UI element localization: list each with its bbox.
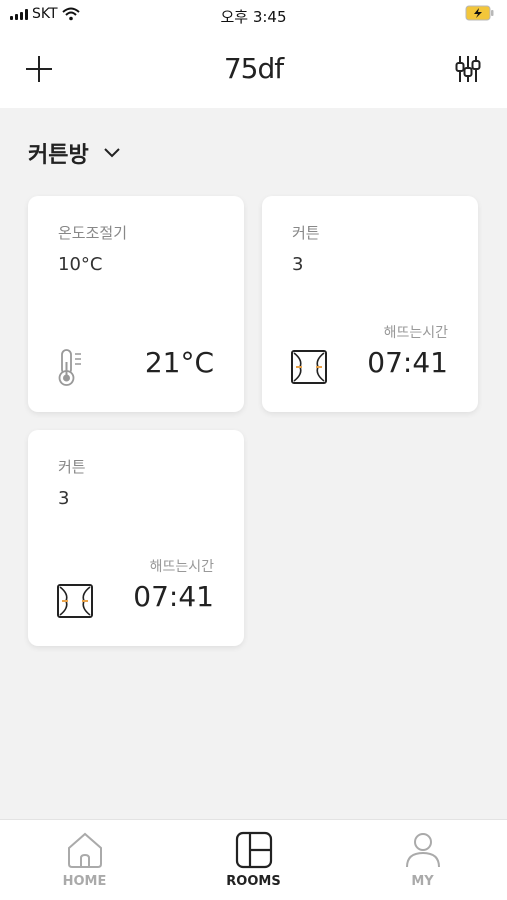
tab-label: HOME [62,874,107,889]
sunrise-time: 07:41 [133,580,214,613]
app-header: 75df [0,32,507,108]
tab-label: MY [411,874,434,889]
tab-my[interactable]: MY [338,820,507,900]
chevron-down-icon [104,148,120,158]
sunrise-label: 해뜨는시간 [383,325,448,341]
settings-button[interactable] [451,52,485,86]
status-bar: SKT 오후 3:45 [0,0,507,32]
device-card-curtain[interactable]: 커튼 3 해뜨는시간 07:41 [28,430,244,646]
app-logo: 75df [223,52,284,85]
tab-home[interactable]: HOME [0,820,169,900]
person-icon [405,833,440,868]
rooms-icon [235,831,272,869]
tab-label: ROOMS [226,874,281,889]
device-title: 커튼 [292,224,320,242]
device-value: 3 [58,488,70,509]
device-value: 3 [292,254,304,275]
device-value: 10°C [58,254,103,275]
curtain-icon [290,348,328,390]
status-time: 오후 3:45 [220,8,287,26]
device-title: 커튼 [58,458,86,476]
device-card-thermostat[interactable]: 온도조절기 10°C 21°C [28,196,244,412]
sunrise-label: 해뜨는시간 [149,559,214,575]
sunrise-time: 07:41 [367,346,448,379]
thermometer-icon [56,348,86,392]
battery-icon [465,5,495,25]
room-name: 커튼방 [28,143,89,168]
current-temperature: 21°C [144,346,214,379]
home-icon [67,832,102,868]
tab-rooms[interactable]: ROOMS [169,820,338,900]
device-card-curtain[interactable]: 커튼 3 해뜨는시간 07:41 [262,196,478,412]
curtain-icon [56,582,94,624]
device-title: 온도조절기 [58,224,128,242]
bottom-tab-bar: HOME ROOMS MY [0,819,507,900]
sliders-icon [455,56,481,82]
room-selector[interactable]: 커튼방 [28,137,121,169]
